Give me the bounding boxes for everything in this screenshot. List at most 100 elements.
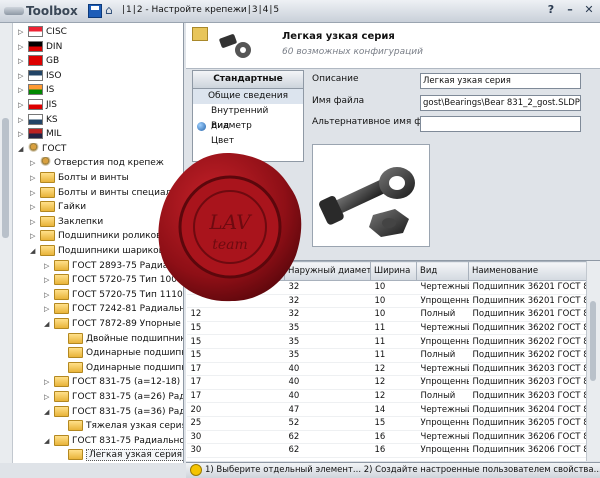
table-row[interactable]: 153511УпрощенныйПодшипник 36202 ГОСТ 831… bbox=[186, 334, 587, 349]
folder-icon bbox=[54, 259, 69, 271]
table-cell: Подшипник 36203 ГОСТ 831-7 bbox=[468, 375, 587, 390]
globe-icon bbox=[197, 122, 206, 131]
expand-arrow-icon[interactable]: ▷ bbox=[18, 98, 28, 113]
tree-item[interactable]: ◢ ГОСТ 831-75 Радиально у bbox=[44, 434, 183, 449]
table-row[interactable]: 204714ЧертежныйПодшипник 36204 ГОСТ 831-… bbox=[186, 402, 587, 417]
tree-item[interactable]: ▷ DIN bbox=[18, 40, 62, 55]
expand-arrow-icon[interactable]: ◢ bbox=[30, 244, 40, 259]
column-header[interactable]: Ширина bbox=[370, 261, 417, 281]
table-scroll-thumb[interactable] bbox=[590, 301, 596, 381]
column-header[interactable]: Наименование bbox=[468, 261, 587, 281]
expand-arrow-icon[interactable]: ▷ bbox=[44, 259, 54, 274]
table-cell: 10 bbox=[370, 294, 417, 309]
tree-item[interactable]: ▷ GB bbox=[18, 54, 59, 69]
expand-arrow-icon[interactable]: ▷ bbox=[30, 229, 40, 244]
expand-arrow-icon[interactable]: ▷ bbox=[44, 375, 54, 390]
table-row[interactable]: 123210ПолныйПодшипник 36201 ГОСТ 831-7 bbox=[186, 307, 587, 322]
expand-arrow-icon[interactable]: ◢ bbox=[18, 142, 28, 157]
table-row[interactable]: 174012ЧертежныйПодшипник 36203 ГОСТ 831-… bbox=[186, 362, 587, 377]
tree-item[interactable]: Легкая узкая серия bbox=[58, 448, 183, 463]
expand-arrow-icon[interactable]: ▷ bbox=[44, 390, 54, 405]
expand-arrow-icon[interactable]: ▷ bbox=[30, 186, 40, 201]
table-cell: 16 bbox=[370, 430, 417, 445]
tree-item[interactable]: ▷ Заклепки bbox=[30, 215, 103, 230]
expand-arrow-icon[interactable]: ▷ bbox=[18, 54, 28, 69]
step-1[interactable]: 1 bbox=[125, 5, 133, 15]
tree-item[interactable]: ▷ ГОСТ 831-75 (а=26) Ради bbox=[44, 390, 183, 405]
prop-inner-diameter[interactable]: Внутренний диаметр bbox=[193, 104, 303, 131]
step-3[interactable]: 3 bbox=[251, 5, 259, 15]
expand-arrow-icon[interactable]: ▷ bbox=[18, 69, 28, 84]
tree-item[interactable]: ▷ Отверстия под крепеж bbox=[30, 156, 164, 171]
tree-item-label: ISO bbox=[46, 70, 62, 81]
expand-arrow-icon[interactable]: ▷ bbox=[44, 302, 54, 317]
tree-item[interactable]: Тяжелая узкая серия bbox=[58, 419, 183, 434]
tree-item[interactable]: ▷ Подшипники роликов bbox=[30, 229, 161, 244]
tree-item-label: Одинарные подшипни bbox=[86, 348, 184, 359]
table-row[interactable]: 255215УпрощенныйПодшипник 36205 ГОСТ 831… bbox=[186, 416, 587, 431]
expand-arrow-icon[interactable]: ◢ bbox=[44, 434, 54, 449]
table-cell: Подшипник 36206 ГОСТ 831-7 bbox=[468, 430, 587, 445]
expand-arrow-icon[interactable]: ▷ bbox=[30, 171, 40, 186]
tree-item[interactable]: Одинарные подшипни bbox=[58, 361, 183, 376]
step-2[interactable]: 2 - Настройте крепежи bbox=[136, 5, 248, 15]
folder-icon bbox=[54, 391, 69, 402]
expand-arrow-icon[interactable]: ▷ bbox=[44, 288, 54, 303]
tree-item[interactable]: ▷ CISC bbox=[18, 25, 67, 40]
tree-scrollbar[interactable] bbox=[0, 23, 13, 463]
close-button[interactable]: ✕ bbox=[582, 3, 596, 17]
table-cell: Подшипник 36203 ГОСТ 831-7 bbox=[468, 389, 587, 404]
tree-item[interactable]: ◢ ГОСТ 831-75 (а=36) Ради bbox=[44, 405, 183, 420]
tree-item[interactable]: ▷ Гайки bbox=[30, 200, 86, 215]
tree-item[interactable]: ▷ KS bbox=[18, 113, 58, 128]
tree-item[interactable]: ▷ Болты и винты bbox=[30, 171, 129, 186]
expand-arrow-icon[interactable]: ▷ bbox=[30, 156, 40, 171]
table-row[interactable]: 153511ЧертежныйПодшипник 36202 ГОСТ 831-… bbox=[186, 321, 587, 336]
minimize-button[interactable]: – bbox=[563, 3, 577, 17]
filename-input[interactable]: gost\Bearings\Bear 831_2_gost.SLDPRT bbox=[420, 95, 581, 111]
tree-item[interactable]: ▷ IS bbox=[18, 83, 54, 98]
tree-item[interactable]: Двойные подшипники bbox=[58, 332, 183, 347]
expand-arrow-icon[interactable]: ▷ bbox=[18, 113, 28, 128]
expand-arrow-icon[interactable]: ▷ bbox=[30, 215, 40, 230]
expand-arrow-icon[interactable]: ◢ bbox=[44, 317, 54, 332]
home-icon[interactable]: ⌂ bbox=[105, 3, 119, 17]
column-header[interactable]: Вид bbox=[416, 261, 469, 281]
description-input[interactable]: Легкая узкая серия bbox=[420, 73, 581, 89]
tree-item[interactable]: Одинарные подшипни bbox=[58, 346, 184, 361]
table-row[interactable]: 153511ПолныйПодшипник 36202 ГОСТ 831-7 bbox=[186, 348, 587, 363]
expand-arrow-icon[interactable]: ▷ bbox=[44, 273, 54, 288]
prop-general[interactable]: Общие сведения bbox=[193, 89, 303, 104]
expand-arrow-icon[interactable]: ◢ bbox=[44, 405, 54, 420]
expand-arrow-icon[interactable]: ▷ bbox=[30, 200, 40, 215]
table-scrollbar[interactable] bbox=[586, 261, 600, 461]
table-row[interactable]: 174012УпрощенныйПодшипник 36203 ГОСТ 831… bbox=[186, 375, 587, 390]
expand-arrow-icon[interactable]: ▷ bbox=[18, 83, 28, 98]
expand-arrow-icon[interactable]: ▷ bbox=[18, 25, 28, 40]
expand-arrow-icon[interactable]: ▷ bbox=[18, 40, 28, 55]
tree-item[interactable]: ◢ Подшипники шариков bbox=[30, 244, 164, 259]
tree-scroll-thumb[interactable] bbox=[2, 118, 9, 238]
tree-item[interactable]: ▷ MIL bbox=[18, 127, 61, 142]
table-cell: Полный bbox=[416, 389, 469, 404]
tree-item[interactable]: ◢ ГОСТ bbox=[18, 142, 66, 157]
table-row[interactable]: 306216УпрощенныйПодшипник 36206 ГОСТ 831… bbox=[186, 443, 587, 458]
prop-view[interactable]: Вид bbox=[193, 119, 303, 134]
step-4[interactable]: 4 bbox=[262, 5, 270, 15]
table-row[interactable]: 174012ПолныйПодшипник 36203 ГОСТ 831-7 bbox=[186, 389, 587, 404]
save-icon[interactable] bbox=[88, 4, 102, 18]
tree-item[interactable]: ◢ ГОСТ 7872-89 Упорные bbox=[44, 317, 181, 332]
tree-item-label: Отверстия под крепеж bbox=[54, 158, 164, 169]
seal-lav-text: LAV bbox=[208, 210, 253, 234]
table-cell: Упрощенный bbox=[416, 294, 469, 309]
step-5[interactable]: 5 bbox=[272, 5, 280, 15]
alt-filename-input[interactable] bbox=[420, 116, 581, 132]
help-button[interactable]: ? bbox=[544, 3, 558, 17]
tree-item[interactable]: ▷ ISO bbox=[18, 69, 61, 84]
tree-item[interactable]: ▷ JIS bbox=[18, 98, 57, 113]
table-cell: 12 bbox=[370, 375, 417, 390]
expand-arrow-icon[interactable]: ▷ bbox=[18, 127, 28, 142]
tree-item[interactable]: ▷ ГОСТ 831-75 (а=12-18) Ра bbox=[44, 375, 183, 390]
folder-icon bbox=[54, 376, 69, 388]
table-row[interactable]: 306216ЧертежныйПодшипник 36206 ГОСТ 831-… bbox=[186, 430, 587, 445]
